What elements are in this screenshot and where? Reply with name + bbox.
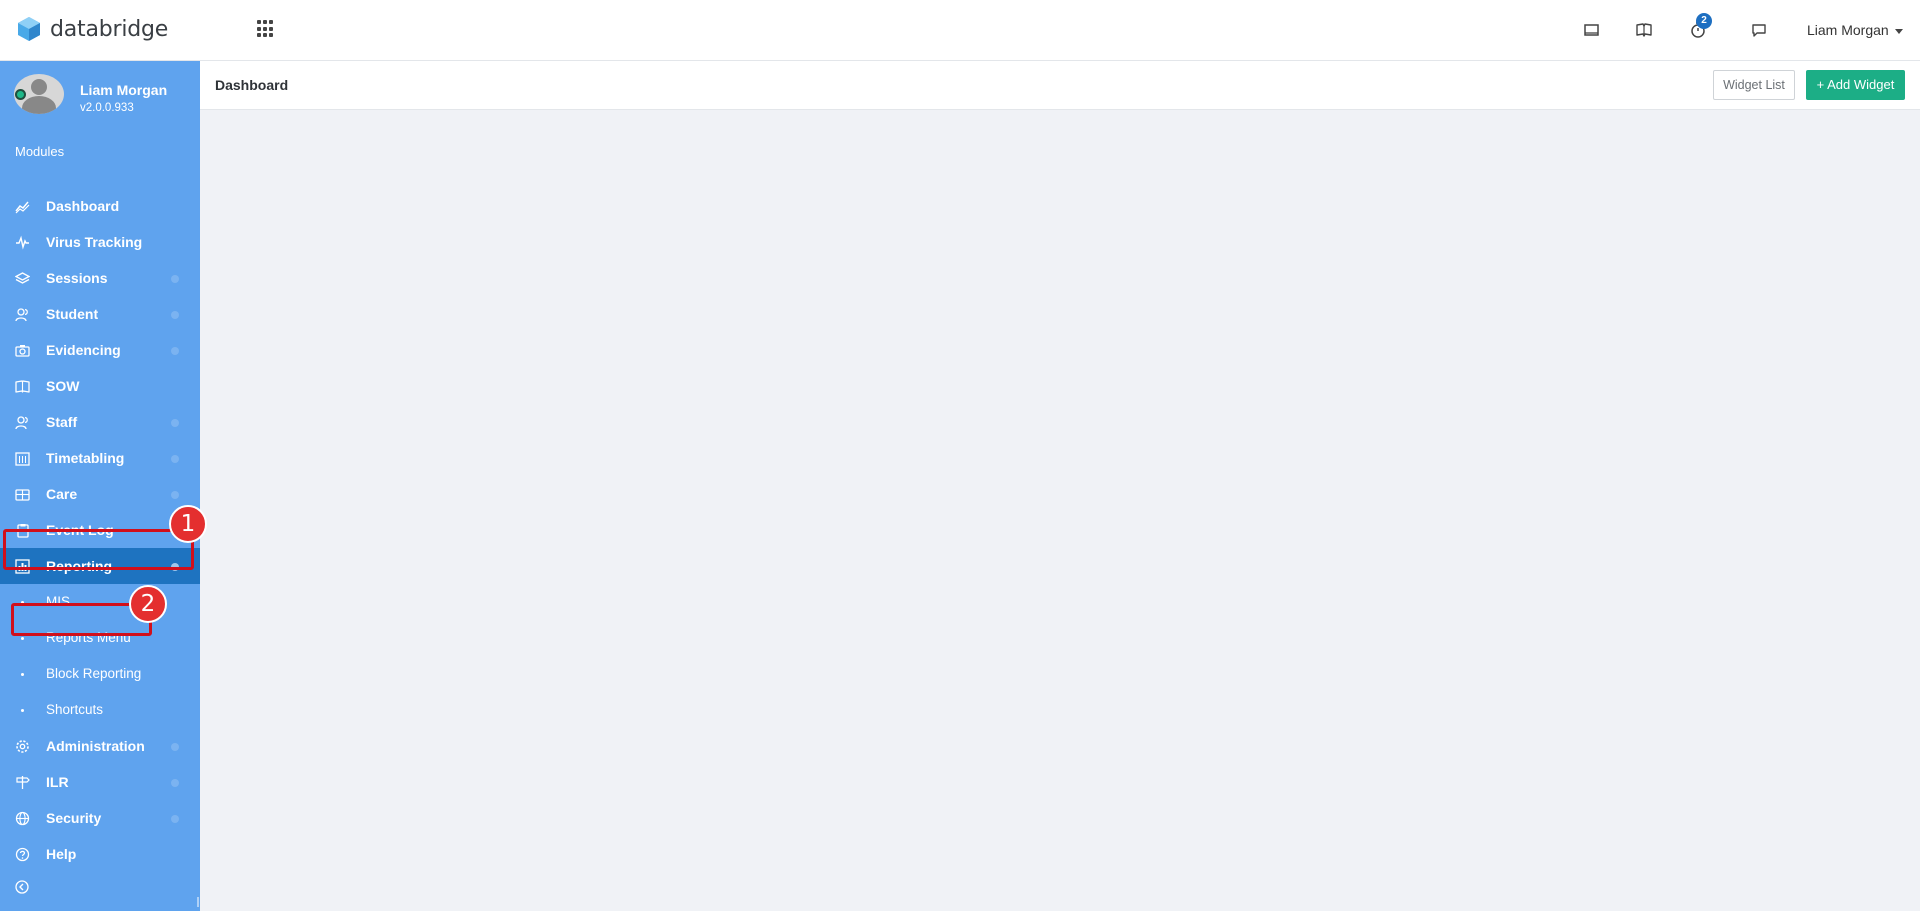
expand-indicator — [171, 779, 179, 787]
sidebar-subitem-label: MIS — [46, 594, 71, 609]
sidebar-item-sessions[interactable]: Sessions — [0, 260, 200, 296]
bar-chart-icon — [15, 559, 30, 574]
bullet-icon — [21, 601, 24, 604]
bullet-icon — [21, 709, 24, 712]
expand-indicator — [171, 311, 179, 319]
sidebar-item-label: Reporting — [46, 558, 113, 574]
pulse-icon — [15, 235, 30, 250]
sidebar-item-label: Event Log — [46, 522, 114, 538]
sidebar-item-label: Student — [46, 306, 99, 322]
sidebar-subitem-reports-menu[interactable]: Reports Menu — [0, 620, 200, 656]
bullet-icon — [21, 637, 24, 640]
sidebar-item-reporting[interactable]: Reporting — [0, 548, 200, 584]
sidebar-item-help[interactable]: Help — [0, 836, 200, 872]
databridge-logo-icon — [18, 17, 40, 41]
sidebar-item-evidencing[interactable]: Evidencing — [0, 332, 200, 368]
expand-indicator — [171, 743, 179, 751]
user-menu-dropdown[interactable]: Liam Morgan — [1807, 22, 1903, 38]
sidebar-item-staff[interactable]: Staff — [0, 404, 200, 440]
sidebar-item-label: Virus Tracking — [46, 234, 143, 250]
gear-icon — [15, 739, 30, 754]
sidebar-item-dashboard[interactable]: Dashboard — [0, 188, 200, 224]
sidebar-subitem-label: Shortcuts — [46, 702, 104, 717]
user-menu-name: Liam Morgan — [1807, 22, 1889, 38]
users-icon — [15, 415, 30, 430]
question-circle-icon — [15, 847, 30, 862]
expand-indicator — [171, 455, 179, 463]
collapse-sidebar-icon[interactable] — [15, 880, 29, 894]
book-icon[interactable] — [1634, 20, 1654, 40]
sidebar-item-label: Care — [46, 486, 78, 502]
caret-down-icon — [1894, 28, 1903, 34]
globe-icon — [15, 811, 30, 826]
calendar-icon — [15, 451, 30, 466]
book-open-icon — [15, 379, 30, 394]
sidebar-subitem-label: Block Reporting — [46, 666, 142, 681]
top-bar: databridge 2 Liam Morgan — [0, 0, 1920, 61]
sidebar-user-name: Liam Morgan — [80, 82, 168, 98]
sidebar-item-ilr[interactable]: ILR — [0, 764, 200, 800]
sidebar-item-label: Dashboard — [46, 198, 120, 214]
expand-indicator — [171, 563, 179, 571]
sidebar-subitem-label: Reports Menu — [46, 630, 131, 645]
bullet-icon — [21, 673, 24, 676]
online-status-icon — [15, 89, 26, 100]
sidebar-item-student[interactable]: Student — [0, 296, 200, 332]
sidebar-item-label: Help — [46, 846, 77, 862]
expand-indicator — [171, 347, 179, 355]
sidebar-subitem-block-reporting[interactable]: Block Reporting — [0, 656, 200, 692]
layers-icon — [14, 271, 31, 286]
expand-indicator — [171, 815, 179, 823]
sidebar-item-label: Sessions — [46, 270, 108, 286]
expand-indicator — [171, 491, 179, 499]
clipboard-icon — [15, 523, 30, 538]
page-header: Dashboard Widget List + Add Widget — [200, 61, 1920, 110]
expand-indicator — [171, 419, 179, 427]
page-title: Dashboard — [215, 77, 289, 93]
chat-icon[interactable] — [1749, 20, 1769, 40]
camera-icon — [15, 343, 30, 358]
sidebar-resize-handle[interactable] — [197, 897, 199, 907]
app-logo[interactable]: databridge — [17, 16, 168, 42]
sidebar-item-label: Evidencing — [46, 342, 121, 358]
chart-line-icon — [15, 199, 30, 214]
window-icon[interactable] — [1582, 20, 1602, 40]
app-name: databridge — [50, 16, 169, 42]
sidebar-item-sow[interactable]: SOW — [0, 368, 200, 404]
sidebar-item-label: SOW — [46, 378, 80, 394]
sidebar-item-care[interactable]: Care — [0, 476, 200, 512]
annotation-badge-1: 1 — [169, 505, 207, 543]
id-card-icon — [15, 487, 30, 502]
sidebar-item-label: Security — [46, 810, 102, 826]
avatar[interactable] — [14, 74, 64, 114]
sidebar-subitem-shortcuts[interactable]: Shortcuts — [0, 692, 200, 728]
sidebar-item-label: Staff — [46, 414, 78, 430]
sidebar: Liam Morgan v2.0.0.933 Modules Dashboard… — [0, 61, 200, 911]
sidebar-subitem-mis[interactable]: MIS — [0, 584, 200, 620]
sidebar-item-label: Timetabling — [46, 450, 125, 466]
annotation-badge-2: 2 — [129, 585, 167, 623]
sidebar-item-label: ILR — [46, 774, 69, 790]
expand-indicator — [171, 275, 179, 283]
modules-section-label: Modules — [15, 144, 65, 159]
sidebar-item-administration[interactable]: Administration — [0, 728, 200, 764]
apps-grid-icon[interactable] — [257, 20, 275, 38]
sidebar-item-security[interactable]: Security — [0, 800, 200, 836]
users-icon — [15, 307, 30, 322]
sidebar-item-virus-tracking[interactable]: Virus Tracking — [0, 224, 200, 260]
signpost-icon — [15, 775, 30, 790]
sidebar-item-timetabling[interactable]: Timetabling — [0, 440, 200, 476]
app-version: v2.0.0.933 — [80, 102, 134, 114]
widget-list-button[interactable]: Widget List — [1713, 70, 1795, 100]
sidebar-item-label: Administration — [46, 738, 145, 754]
add-widget-button[interactable]: + Add Widget — [1806, 70, 1905, 100]
notification-badge: 2 — [1696, 13, 1712, 29]
dashboard-canvas — [200, 110, 1920, 911]
